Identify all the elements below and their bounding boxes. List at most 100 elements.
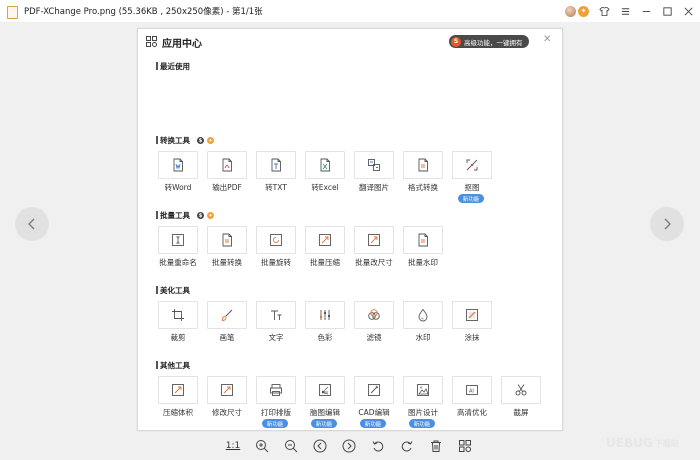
tool-label: 转TXT	[265, 183, 287, 192]
zoom-out-icon	[285, 440, 298, 453]
next-image-button[interactable]	[650, 207, 684, 241]
text-icon	[271, 310, 282, 320]
premium-s-icon: $	[197, 137, 204, 144]
bottom-toolbar: 1:1	[224, 436, 485, 456]
tool-compress[interactable]: 压缩体积	[158, 376, 198, 418]
chevron-left-icon	[28, 218, 35, 230]
tool-pdf-export[interactable]: 输出PDF	[207, 151, 247, 193]
word-doc-icon	[173, 158, 183, 172]
close-window-icon[interactable]	[682, 5, 694, 17]
pdf-export-icon	[222, 158, 232, 172]
zoom-in-button[interactable]	[253, 437, 271, 455]
tool-filter[interactable]: 滤镜	[354, 301, 394, 343]
app-center-button[interactable]	[456, 437, 474, 455]
tool-batch-rotate[interactable]: 批量旋转	[256, 226, 296, 268]
txt-doc-icon	[271, 158, 281, 172]
tool-format-convert[interactable]: 格式转换	[403, 151, 443, 193]
tool-cutout[interactable]: 抠图 新功能	[452, 151, 492, 203]
format-convert-icon	[418, 158, 428, 172]
panel-header: 应用中心 S 高级功能，一键拥有 ✕	[138, 29, 562, 53]
tool-label: 翻译图片	[359, 183, 389, 192]
tool-watermark[interactable]: 水印	[403, 301, 443, 343]
next-page-button[interactable]	[340, 437, 358, 455]
tool-batch-watermark[interactable]: 批量水印	[403, 226, 443, 268]
premium-s-icon: $	[197, 212, 204, 219]
section-title-batch: 批量工具 $ ✦	[156, 210, 214, 221]
tool-icon-box	[207, 226, 247, 254]
tool-brush[interactable]: 画笔	[207, 301, 247, 343]
tool-word-doc[interactable]: 转Word	[158, 151, 198, 193]
tool-smear[interactable]: 涂抹	[452, 301, 492, 343]
cutout-icon	[466, 159, 478, 171]
rotate-right-icon	[401, 441, 413, 452]
menu-icon[interactable]	[619, 5, 631, 17]
tool-translate[interactable]: 翻译图片	[354, 151, 394, 193]
tool-batch-rename[interactable]: 批量重命名	[158, 226, 198, 268]
zoom-out-button[interactable]	[282, 437, 300, 455]
tool-icon-box	[158, 226, 198, 254]
mindmap-icon	[319, 384, 331, 396]
rotate-right-button[interactable]	[398, 437, 416, 455]
watermark-icon	[418, 308, 428, 322]
close-icon[interactable]: ✕	[543, 34, 551, 45]
prev-page-button[interactable]	[311, 437, 329, 455]
tool-mindmap[interactable]: 脑图编辑 新功能	[305, 376, 345, 428]
delete-button[interactable]	[427, 437, 445, 455]
tool-batch-resize[interactable]: 批量改尺寸	[354, 226, 394, 268]
tool-label: 批量水印	[408, 258, 438, 267]
tool-batch-compress[interactable]: 批量压缩	[305, 226, 345, 268]
tool-color-adjust[interactable]: 色彩	[305, 301, 345, 343]
batch-rotate-icon	[270, 234, 282, 246]
panel-title: 应用中心	[162, 39, 202, 50]
new-feature-badge: 新功能	[311, 419, 337, 428]
vip-crown-icon: ✦	[207, 137, 214, 144]
minimize-icon[interactable]	[640, 5, 652, 17]
tool-icon-box	[207, 376, 247, 404]
tool-icon-box	[158, 376, 198, 404]
title-bar-controls: ✦	[565, 3, 694, 19]
tool-icon-box	[403, 151, 443, 179]
tool-screenshot[interactable]: 截屏	[501, 376, 541, 418]
app-logo-icon	[6, 5, 19, 19]
new-feature-badge: 新功能	[409, 419, 435, 428]
tool-label: 滤镜	[366, 333, 382, 342]
circle-chevron-left-icon	[313, 439, 327, 453]
tool-excel-doc[interactable]: 转Excel	[305, 151, 345, 193]
tool-label: 高清优化	[457, 408, 487, 417]
new-feature-badge: 新功能	[458, 194, 484, 203]
tool-image-design[interactable]: 图片设计 新功能	[403, 376, 443, 428]
section-title-convert: 转换工具 $ ✦	[156, 135, 214, 146]
tool-label: 批量改尺寸	[355, 258, 393, 267]
promo-text: 高级功能，一键拥有	[464, 38, 523, 47]
chevron-right-icon	[664, 218, 671, 230]
tool-ai-enhance[interactable]: AI 高清优化	[452, 376, 492, 418]
tool-label: 批量重命名	[159, 258, 197, 267]
tool-icon-box	[305, 376, 345, 404]
section-title-recent: 最近使用	[156, 62, 190, 71]
tool-print-layout[interactable]: 打印排版 新功能	[256, 376, 296, 428]
tool-text[interactable]: 文字	[256, 301, 296, 343]
previous-image-button[interactable]	[15, 207, 49, 241]
tool-label: 打印排版	[261, 408, 291, 417]
excel-doc-icon	[320, 158, 330, 172]
tool-icon-box	[305, 151, 345, 179]
user-avatar[interactable]	[565, 5, 576, 17]
watermark-brand: UEBUG	[606, 436, 653, 450]
tool-icon-box	[256, 301, 296, 329]
actual-size-button[interactable]: 1:1	[224, 437, 242, 455]
tool-crop[interactable]: 裁剪	[158, 301, 198, 343]
tool-resize[interactable]: 修改尺寸	[207, 376, 247, 418]
section-title-label: 批量工具	[160, 211, 190, 220]
tool-batch-convert[interactable]: 批量转换	[207, 226, 247, 268]
tool-label: 文字	[268, 333, 284, 342]
tool-txt-doc[interactable]: 转TXT	[256, 151, 296, 193]
rotate-left-button[interactable]	[369, 437, 387, 455]
maximize-icon[interactable]	[661, 5, 673, 17]
skin-shirt-icon[interactable]	[598, 5, 610, 17]
circle-chevron-right-icon	[342, 439, 356, 453]
filter-icon	[368, 309, 380, 320]
tool-label: 截屏	[513, 408, 529, 417]
tool-cad-edit[interactable]: CAD编辑 新功能	[354, 376, 394, 428]
premium-promo-button[interactable]: S 高级功能，一键拥有	[449, 35, 529, 48]
vip-badge-icon[interactable]: ✦	[578, 5, 589, 17]
